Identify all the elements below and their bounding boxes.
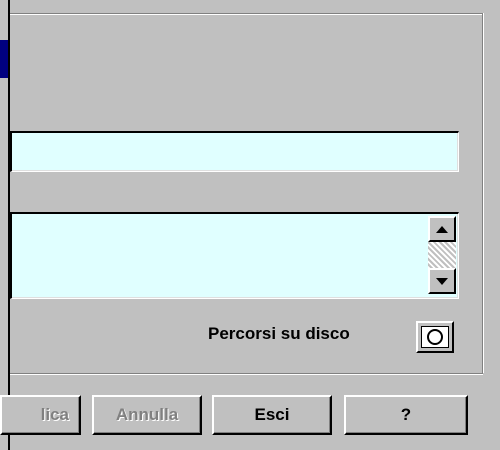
help-button[interactable]: ? (344, 395, 468, 435)
title-bar-fragment (0, 40, 8, 78)
group-box-border-bottom (10, 373, 483, 375)
disk-paths-button[interactable] (416, 321, 454, 353)
text-area-2[interactable] (10, 212, 459, 299)
scroll-up-button[interactable] (428, 216, 456, 242)
scroll-down-button[interactable] (428, 268, 456, 294)
arrow-down-icon (436, 277, 448, 285)
apply-button[interactable]: lica (0, 395, 81, 435)
vertical-scrollbar[interactable] (428, 216, 456, 294)
text-field-1[interactable] (10, 131, 459, 172)
disk-circle-icon (427, 329, 443, 345)
arrow-up-icon (436, 225, 448, 233)
disk-paths-label: Percorsi su disco (208, 324, 350, 343)
exit-button[interactable]: Esci (212, 395, 332, 435)
cancel-button[interactable]: Annulla (92, 395, 202, 435)
group-box-border-right (482, 13, 484, 373)
group-box-border-top (10, 13, 482, 15)
disk-icon-frame (421, 326, 449, 348)
